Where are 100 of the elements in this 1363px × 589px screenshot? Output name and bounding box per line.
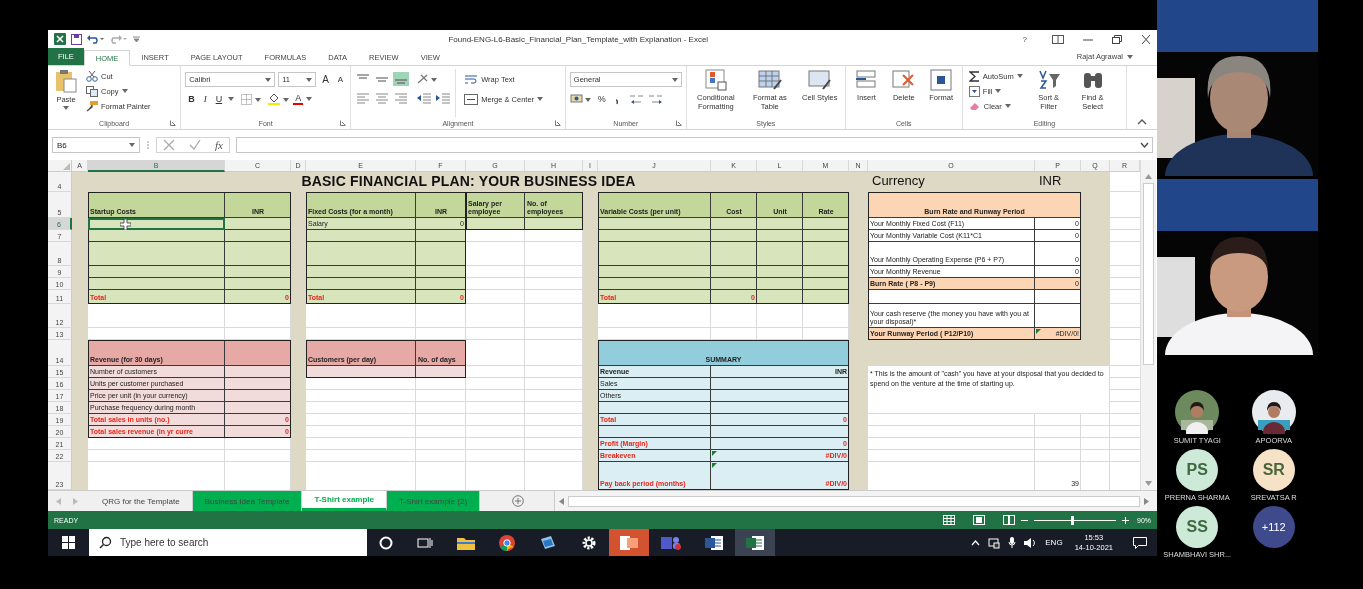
scroll-down-icon[interactable] [1145, 481, 1152, 486]
cell-styles-icon [807, 69, 832, 91]
sort-filter-icon [1036, 69, 1061, 91]
caret-icon [265, 77, 272, 82]
underline-button[interactable]: U [212, 93, 226, 105]
font-color-button[interactable]: A [293, 93, 304, 105]
format-cells-icon [929, 69, 954, 91]
sheet-title: BASIC FINANCIAL PLAN: YOUR BUSINESS IDEA [300, 172, 637, 191]
show-hidden-icons-icon[interactable] [971, 539, 981, 546]
shrink-font-button[interactable]: A [334, 73, 347, 86]
scroll-up-icon[interactable] [1145, 174, 1152, 179]
sheet-cell-text: Currency [871, 173, 926, 191]
zoom-slider-thumb[interactable] [1070, 515, 1074, 525]
sheet-tab[interactable]: Business Idea Template [192, 491, 303, 511]
start-icon[interactable] [62, 536, 75, 549]
currency-format-icon[interactable] [569, 93, 592, 105]
add-sheet-icon[interactable] [512, 495, 525, 507]
sheet-tab[interactable]: T-Shirt example (2) [387, 491, 481, 511]
table-icon [757, 69, 782, 91]
grow-font-button[interactable]: A [319, 73, 332, 86]
error-indicator-icon [712, 463, 717, 468]
collapse-ribbon-icon[interactable] [1137, 119, 1147, 125]
zoom-in-icon[interactable] [1122, 516, 1129, 524]
insert-function-button[interactable]: fx [215, 139, 223, 151]
scrollbar-thumb[interactable] [568, 495, 1140, 507]
copy-icon [86, 85, 98, 97]
insert-cells-icon [854, 69, 879, 91]
task-view-icon[interactable] [417, 535, 433, 550]
increase-indent-icon[interactable] [435, 92, 452, 104]
caret-icon [63, 105, 69, 110]
decrease-decimal-icon[interactable] [647, 93, 664, 105]
scroll-right-icon[interactable] [1144, 497, 1149, 505]
caret-icon [995, 89, 1002, 93]
conditional-formatting-icon [703, 69, 728, 91]
sigma-icon [968, 70, 980, 82]
folder-icon[interactable] [457, 535, 475, 550]
formula-input[interactable] [235, 137, 1153, 153]
document-app-icon[interactable] [705, 534, 723, 551]
dialog-launcher-icon[interactable] [554, 120, 561, 126]
excel-logo-icon [54, 33, 66, 45]
more-icon [146, 140, 150, 150]
clipboard-icon [54, 69, 78, 93]
presentation-app-button[interactable] [609, 529, 649, 556]
caret-icon [1004, 104, 1011, 108]
selected-cell[interactable] [88, 218, 225, 230]
dialog-launcher-icon[interactable] [170, 120, 177, 126]
participant-avatar: PS [1176, 449, 1219, 491]
restore-icon[interactable] [1112, 34, 1122, 44]
notifications-icon[interactable] [1133, 536, 1147, 549]
increase-decimal-icon[interactable] [628, 93, 645, 105]
input-language[interactable]: ENG [1045, 538, 1063, 547]
scrollbar-thumb[interactable] [1143, 183, 1154, 365]
save-icon[interactable] [71, 33, 82, 45]
search-field[interactable]: Type here to search [89, 529, 367, 556]
name-box[interactable]: B6 [52, 137, 140, 153]
presentation-app-icon [620, 534, 638, 551]
italic-button[interactable]: I [200, 93, 210, 105]
dialog-launcher-icon[interactable] [340, 120, 347, 126]
caret-icon [121, 89, 128, 93]
microphone-icon[interactable] [1008, 536, 1017, 549]
page-break-view-icon[interactable] [1003, 515, 1015, 525]
caret-icon [671, 77, 678, 82]
dialog-launcher-icon[interactable] [675, 120, 682, 126]
volume-icon[interactable] [1024, 536, 1038, 549]
search-icon [99, 536, 112, 549]
fill-color-icon[interactable] [268, 93, 291, 105]
network-icon[interactable] [988, 536, 1001, 549]
help-button[interactable]: ? [1016, 34, 1033, 44]
caret-icon[interactable] [228, 97, 235, 101]
delete-cells-icon [891, 69, 916, 91]
teams-icon[interactable] [661, 534, 681, 551]
percent-style-button[interactable]: % [594, 93, 609, 105]
ribbon-display-icon[interactable] [1052, 34, 1064, 44]
bold-button[interactable]: B [185, 93, 198, 105]
settings-icon[interactable] [581, 534, 597, 551]
decrease-indent-icon[interactable] [416, 92, 433, 104]
page-layout-view-icon[interactable] [973, 515, 985, 525]
spreadsheet-app-button[interactable] [735, 529, 775, 556]
more-participants-button[interactable]: +112 [1252, 506, 1295, 548]
caret-icon [129, 143, 135, 147]
undo-icon[interactable] [87, 34, 105, 44]
merge-cells-icon [464, 93, 479, 105]
customize-toolbar-icon[interactable] [133, 35, 140, 43]
fill-down-icon [968, 85, 980, 97]
bottom-align-icon[interactable] [393, 72, 410, 86]
caret-icon[interactable] [306, 97, 313, 101]
caret-icon [1016, 74, 1023, 78]
caret-icon [306, 77, 313, 82]
borders-icon[interactable] [241, 93, 262, 105]
close-icon[interactable] [1141, 34, 1151, 44]
expand-icon[interactable] [1140, 142, 1149, 148]
cortana-icon[interactable] [379, 535, 393, 550]
browser-icon[interactable] [499, 534, 515, 551]
scroll-left-icon[interactable] [559, 497, 565, 505]
cursor-icon [120, 219, 131, 230]
normal-view-icon[interactable] [943, 515, 955, 525]
app-icon[interactable] [539, 534, 557, 551]
spreadsheet-app-icon [746, 534, 764, 551]
orientation-icon[interactable] [416, 73, 439, 85]
caret-icon[interactable] [1127, 54, 1133, 59]
